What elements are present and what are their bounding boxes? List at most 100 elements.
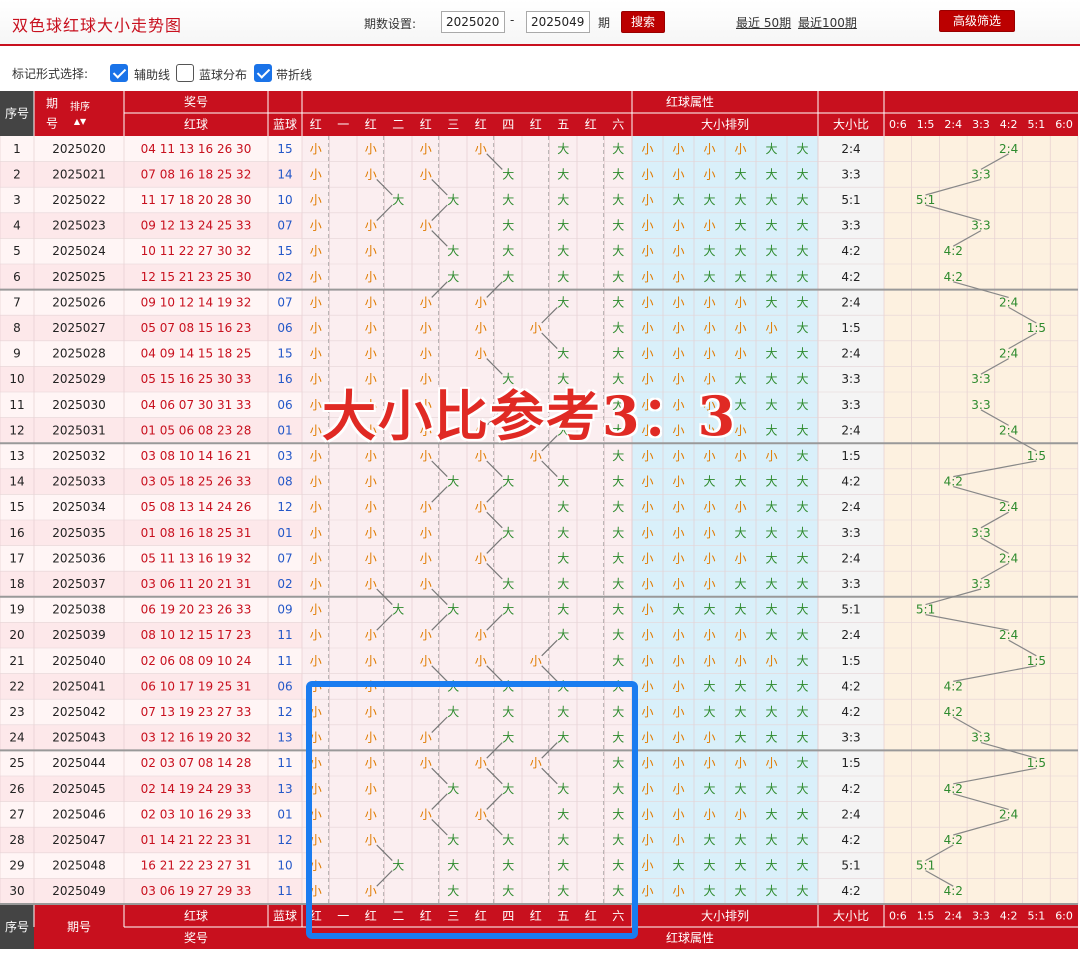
size-mark: 大 xyxy=(765,577,777,591)
size-mark: 小 xyxy=(734,321,746,335)
size-mark: 大 xyxy=(703,603,715,617)
pos-mark: 小 xyxy=(530,449,542,463)
ratio-col-header-0: 0:6 xyxy=(889,118,907,131)
footer-period: 期号 xyxy=(67,920,91,934)
row-period: 2025042 xyxy=(52,705,105,719)
size-mark: 大 xyxy=(703,270,715,284)
row-period: 2025029 xyxy=(52,372,105,386)
ratio-value: 2:4 xyxy=(841,347,860,361)
row-index: 15 xyxy=(9,500,24,514)
pos-mark: 小 xyxy=(475,654,487,668)
size-mark: 大 xyxy=(765,628,777,642)
size-mark: 大 xyxy=(765,193,777,207)
row-red-balls: 16 21 22 23 27 31 xyxy=(141,859,252,873)
ratio-chart-mark: 5:1 xyxy=(916,859,935,873)
row-period: 2025037 xyxy=(52,577,105,591)
size-mark: 大 xyxy=(765,884,777,898)
pos-mark: 小 xyxy=(420,219,432,233)
pos-mark: 小 xyxy=(475,500,487,514)
size-mark: 小 xyxy=(672,347,684,361)
size-mark: 大 xyxy=(796,321,808,335)
row-red-balls: 11 17 18 20 28 30 xyxy=(141,193,252,207)
row-index: 24 xyxy=(9,731,24,745)
row-red-balls: 03 08 10 14 16 21 xyxy=(141,449,252,463)
pos-header-5: 三 xyxy=(447,118,459,132)
size-mark: 小 xyxy=(703,449,715,463)
row-index: 3 xyxy=(13,193,21,207)
size-mark: 大 xyxy=(796,884,808,898)
ratio-chart-mark: 3:3 xyxy=(971,577,990,591)
pos-mark: 小 xyxy=(310,295,322,309)
pos-mark: 小 xyxy=(420,628,432,642)
size-mark: 小 xyxy=(672,654,684,668)
size-mark: 小 xyxy=(734,654,746,668)
row-index: 30 xyxy=(9,884,24,898)
size-mark: 小 xyxy=(672,500,684,514)
ratio-value: 1:5 xyxy=(841,756,860,770)
size-mark: 大 xyxy=(734,219,746,233)
size-mark: 大 xyxy=(796,449,808,463)
pos-mark: 大 xyxy=(557,193,569,207)
pos-mark: 小 xyxy=(365,347,377,361)
size-mark: 小 xyxy=(641,603,653,617)
size-mark: 大 xyxy=(734,833,746,847)
ratio-value: 2:4 xyxy=(841,295,860,309)
row-period: 2025045 xyxy=(52,782,105,796)
size-mark: 大 xyxy=(734,475,746,489)
size-mark: 小 xyxy=(672,295,684,309)
pos-mark: 小 xyxy=(475,449,487,463)
ratio-chart-bg xyxy=(884,187,1078,213)
pos-mark: 大 xyxy=(557,295,569,309)
pos-mark: 大 xyxy=(447,270,459,284)
size-mark: 大 xyxy=(703,705,715,719)
ratio-chart-mark: 3:3 xyxy=(971,167,990,181)
pos-mark: 大 xyxy=(557,526,569,540)
row-red-balls: 07 08 16 18 25 32 xyxy=(141,167,252,181)
row-blue-ball: 10 xyxy=(277,859,292,873)
size-mark: 小 xyxy=(672,756,684,770)
ratio-value: 4:2 xyxy=(841,884,860,898)
size-mark: 小 xyxy=(703,731,715,745)
row-period: 2025030 xyxy=(52,398,105,412)
size-mark: 大 xyxy=(703,193,715,207)
size-mark: 大 xyxy=(796,347,808,361)
highlight-box xyxy=(306,681,638,939)
ratio-chart-bg xyxy=(884,468,1078,495)
pos-mark: 小 xyxy=(475,551,487,565)
row-red-balls: 02 03 10 16 29 33 xyxy=(141,807,252,821)
ratio-value: 3:3 xyxy=(841,372,860,386)
pos-mark: 小 xyxy=(310,321,322,335)
row-blue-ball: 07 xyxy=(277,295,292,309)
size-mark: 大 xyxy=(734,884,746,898)
row-index: 19 xyxy=(9,603,24,617)
pos-mark: 大 xyxy=(612,244,624,258)
ratio-chart-bg xyxy=(884,494,1078,520)
row-red-balls: 03 06 11 20 21 31 xyxy=(141,577,252,591)
size-mark: 小 xyxy=(641,244,653,258)
row-index: 9 xyxy=(13,347,21,361)
ratio-value: 1:5 xyxy=(841,449,860,463)
size-mark: 小 xyxy=(641,654,653,668)
row-index: 4 xyxy=(13,219,21,233)
size-mark: 大 xyxy=(734,859,746,873)
size-mark: 小 xyxy=(703,756,715,770)
footer-size-arrange: 大小排列 xyxy=(701,909,749,923)
ratio-value: 4:2 xyxy=(841,705,860,719)
pos-mark: 小 xyxy=(365,219,377,233)
ratio-chart-bg xyxy=(884,264,1078,290)
size-mark: 小 xyxy=(703,295,715,309)
pos-mark: 大 xyxy=(557,347,569,361)
ratio-value: 4:2 xyxy=(841,270,860,284)
row-blue-ball: 15 xyxy=(277,142,292,156)
row-period: 2025021 xyxy=(52,167,105,181)
row-blue-ball: 15 xyxy=(277,244,292,258)
pos-mark: 大 xyxy=(557,500,569,514)
row-period: 2025028 xyxy=(52,347,105,361)
pos-mark: 小 xyxy=(365,270,377,284)
row-blue-ball: 12 xyxy=(277,833,292,847)
pos-mark: 大 xyxy=(502,193,514,207)
row-period: 2025039 xyxy=(52,628,105,642)
footer-attr: 红球属性 xyxy=(666,930,714,945)
row-red-balls: 03 06 19 27 29 33 xyxy=(141,884,252,898)
ratio-value: 4:2 xyxy=(841,244,860,258)
